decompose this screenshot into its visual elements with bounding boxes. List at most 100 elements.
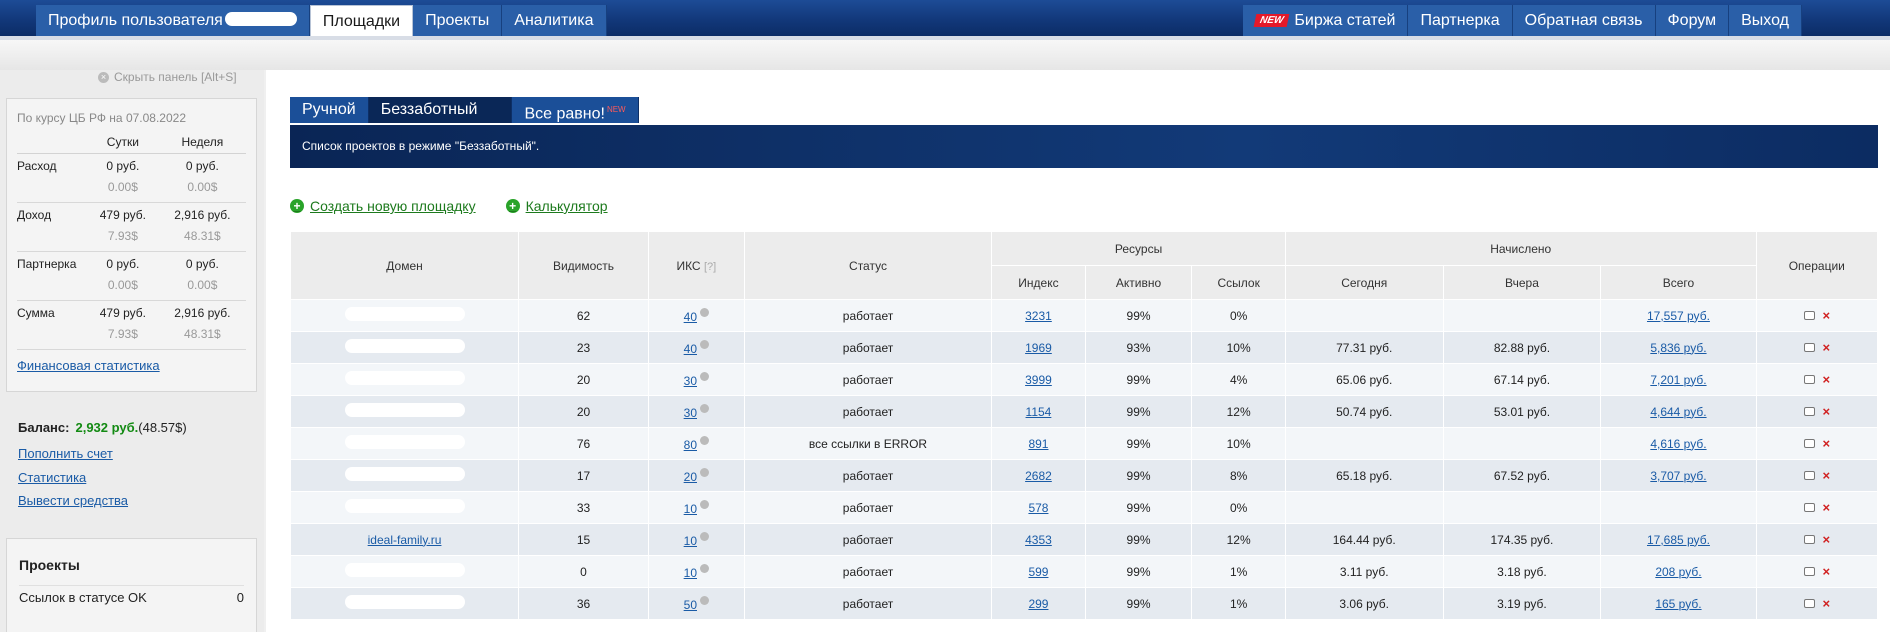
edit-icon[interactable] — [1803, 439, 1815, 448]
total-link[interactable]: 208 руб. — [1655, 565, 1701, 579]
iks-link[interactable]: 10 — [684, 502, 697, 516]
delete-icon[interactable]: × — [1823, 596, 1831, 611]
col-index[interactable]: Индекс — [991, 265, 1086, 300]
delete-icon[interactable]: × — [1823, 372, 1831, 387]
tab-manual[interactable]: Ручной — [290, 97, 369, 123]
edit-icon[interactable] — [1803, 471, 1815, 480]
index-link[interactable]: 1969 — [1025, 341, 1052, 355]
index-link[interactable]: 4353 — [1025, 533, 1052, 547]
nav-feedback[interactable]: Обратная связь — [1512, 5, 1656, 36]
nav-article-exchange[interactable]: NEW Биржа статей — [1243, 5, 1409, 36]
iks-link[interactable]: 80 — [684, 438, 697, 452]
total-link[interactable]: 17,685 руб. — [1647, 533, 1710, 547]
col-total[interactable]: Всего — [1600, 265, 1757, 300]
total-link[interactable]: 5,836 руб. — [1650, 341, 1706, 355]
info-icon[interactable] — [700, 435, 709, 445]
iks-link[interactable]: 10 — [684, 566, 697, 580]
info-icon[interactable] — [700, 499, 709, 509]
mode-tabs: Ручной Беззаботный Все равно! NEW — [290, 97, 639, 123]
tab-carefree[interactable]: Беззаботный — [368, 97, 513, 123]
info-icon[interactable] — [700, 307, 709, 317]
index-cell: 299 — [991, 587, 1086, 620]
total-link[interactable]: 165 руб. — [1655, 597, 1701, 611]
finance-stats-link[interactable]: Финансовая статистика — [17, 358, 246, 373]
col-iks[interactable]: ИКС [?] — [647, 231, 745, 300]
delete-icon[interactable]: × — [1823, 564, 1831, 579]
index-link[interactable]: 599 — [1028, 565, 1048, 579]
info-icon[interactable] — [700, 339, 709, 349]
col-visibility[interactable]: Видимость — [518, 231, 649, 300]
delete-icon[interactable]: × — [1823, 532, 1831, 547]
edit-icon[interactable] — [1803, 503, 1815, 512]
info-icon[interactable] — [700, 595, 709, 605]
index-link[interactable]: 2682 — [1025, 469, 1052, 483]
edit-icon[interactable] — [1803, 311, 1815, 320]
statistics-link[interactable]: Статистика — [18, 470, 86, 485]
tab-whatever[interactable]: Все равно! NEW — [512, 97, 639, 123]
delete-icon[interactable]: × — [1823, 468, 1831, 483]
edit-icon[interactable] — [1803, 535, 1815, 544]
visibility-cell: 76 — [518, 427, 649, 460]
iks-link[interactable]: 10 — [684, 534, 697, 548]
calculator-button[interactable]: + Калькулятор — [505, 198, 608, 214]
nav-analytics[interactable]: Аналитика — [502, 5, 607, 36]
iks-link[interactable]: 40 — [684, 342, 697, 356]
index-link[interactable]: 3999 — [1025, 373, 1052, 387]
info-icon[interactable] — [700, 467, 709, 477]
index-link[interactable]: 1154 — [1026, 405, 1052, 419]
col-yesterday[interactable]: Вчера — [1442, 265, 1602, 300]
col-active[interactable]: Активно — [1084, 265, 1193, 300]
nav-partner[interactable]: Партнерка — [1408, 5, 1513, 36]
edit-icon[interactable] — [1803, 567, 1815, 576]
index-link[interactable]: 3231 — [1025, 309, 1052, 323]
total-link[interactable]: 4,616 руб. — [1650, 437, 1706, 451]
hide-panel-button[interactable]: × Скрыть панель [Alt+S] — [98, 70, 237, 84]
total-link[interactable]: 17,557 руб. — [1647, 309, 1710, 323]
delete-icon[interactable]: × — [1823, 308, 1831, 323]
yesterday-cell: 3.19 руб. — [1442, 587, 1602, 620]
nav-profile[interactable]: Профиль пользователя — [36, 5, 310, 36]
col-links[interactable]: Ссылок — [1191, 265, 1286, 300]
iks-link[interactable]: 40 — [684, 310, 697, 324]
iks-cell: 80 — [647, 427, 745, 460]
index-link[interactable]: 891 — [1028, 437, 1048, 451]
delete-icon[interactable]: × — [1823, 500, 1831, 515]
info-icon[interactable] — [700, 531, 709, 541]
topup-link[interactable]: Пополнить счет — [18, 446, 113, 461]
edit-icon[interactable] — [1803, 343, 1815, 352]
delete-icon[interactable]: × — [1823, 340, 1831, 355]
iks-link[interactable]: 30 — [684, 406, 697, 420]
finance-row-label: Сумма — [17, 306, 55, 320]
info-icon[interactable] — [700, 563, 709, 573]
sites-table-body: 62 40 работает 3231 99% 0% 17,557 руб. ×… — [289, 299, 1879, 620]
index-link[interactable]: 299 — [1028, 597, 1048, 611]
withdraw-link[interactable]: Вывести средства — [18, 493, 128, 508]
nav-sites[interactable]: Площадки — [309, 5, 414, 36]
col-domain[interactable]: Домен — [289, 231, 520, 300]
delete-icon[interactable]: × — [1823, 404, 1831, 419]
redacted-domain — [344, 499, 465, 513]
edit-icon[interactable] — [1803, 375, 1815, 384]
yesterday-cell: 53.01 руб. — [1442, 395, 1602, 428]
iks-link[interactable]: 50 — [684, 598, 697, 612]
total-link[interactable]: 7,201 руб. — [1650, 373, 1706, 387]
nav-projects[interactable]: Проекты — [413, 5, 503, 36]
iks-link[interactable]: 20 — [684, 470, 697, 484]
iks-link[interactable]: 30 — [684, 374, 697, 388]
index-link[interactable]: 578 — [1028, 501, 1048, 515]
edit-icon[interactable] — [1803, 407, 1815, 416]
total-link[interactable]: 4,644 руб. — [1650, 405, 1706, 419]
delete-icon[interactable]: × — [1823, 436, 1831, 451]
create-site-button[interactable]: + Создать новую площадку — [290, 198, 476, 214]
nav-logout[interactable]: Выход — [1729, 5, 1802, 36]
info-icon[interactable] — [700, 371, 709, 381]
domain-link[interactable]: ideal-family.ru — [368, 533, 442, 547]
total-link[interactable]: 3,707 руб. — [1650, 469, 1706, 483]
help-icon[interactable]: [?] — [704, 261, 716, 273]
table-row: 17 20 работает 2682 99% 8% 65.18 руб. 67… — [289, 459, 1879, 492]
col-status[interactable]: Статус — [743, 231, 993, 300]
info-icon[interactable] — [700, 403, 709, 413]
nav-forum[interactable]: Форум — [1655, 5, 1730, 36]
edit-icon[interactable] — [1803, 599, 1815, 608]
col-today[interactable]: Сегодня — [1284, 265, 1444, 300]
